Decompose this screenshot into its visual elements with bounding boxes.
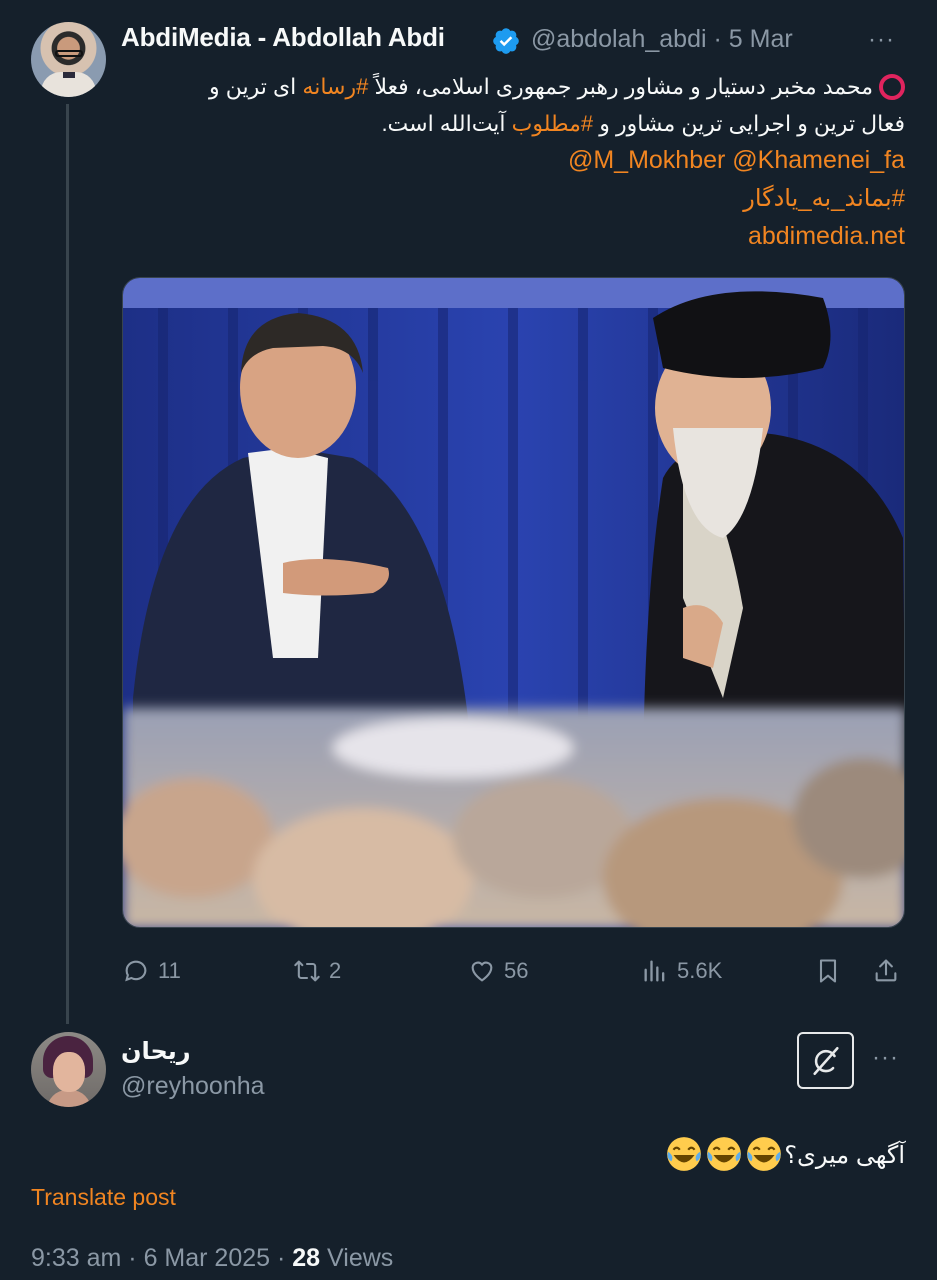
like-count: 56 bbox=[504, 958, 529, 983]
laughing-tears-emoji-icon bbox=[707, 1137, 742, 1171]
laughing-tears-emoji-icon bbox=[747, 1137, 782, 1171]
post-text-line-1: محمد مخبر دستیار و مشاور رهبر جمهوری اسل… bbox=[125, 67, 905, 107]
hashtag-bemanad[interactable]: #بماند_به_یادگار bbox=[743, 180, 905, 218]
translate-post-link[interactable]: Translate post bbox=[31, 1184, 176, 1211]
author-handle-date[interactable]: @abdolah_abdi · 5 Mar bbox=[531, 25, 793, 54]
separator-dot: · bbox=[713, 25, 722, 53]
hashtag-rasaneh[interactable]: #رسانه bbox=[302, 74, 368, 99]
post-image[interactable] bbox=[122, 277, 905, 928]
reply-count: 11 bbox=[158, 958, 181, 983]
reply-date[interactable]: 6 Mar 2025 bbox=[144, 1244, 270, 1272]
laughing-tears-emoji-icon bbox=[667, 1137, 702, 1171]
grok-icon[interactable] bbox=[797, 1032, 854, 1089]
analytics-icon bbox=[644, 960, 665, 982]
author-avatar[interactable] bbox=[31, 22, 106, 97]
more-options-icon[interactable]: ··· bbox=[868, 26, 895, 54]
separator-dot: · bbox=[128, 1244, 137, 1272]
reply-text-content: آگهی میری؟ bbox=[784, 1142, 905, 1169]
reply-author-handle[interactable]: @reyhoonha bbox=[121, 1072, 265, 1101]
reply-more-options-icon[interactable]: ··· bbox=[872, 1044, 899, 1072]
share-icon bbox=[875, 959, 897, 982]
reply-views-label: Views bbox=[327, 1244, 394, 1272]
share-action[interactable] bbox=[872, 952, 900, 990]
post-image-illustration bbox=[123, 278, 904, 927]
post-link[interactable]: abdimedia.net bbox=[748, 217, 905, 255]
bookmark-action[interactable] bbox=[814, 952, 842, 990]
author-name[interactable]: AbdiMedia - Abdollah Abdi bbox=[121, 22, 445, 53]
reply-text: آگهی میری؟ bbox=[664, 1135, 905, 1176]
reply-views-count: 28 bbox=[292, 1244, 321, 1272]
post-text-segment: آیت‌الله است. bbox=[381, 111, 512, 136]
repost-action[interactable]: 2 bbox=[293, 952, 341, 990]
reply-icon bbox=[125, 960, 147, 982]
grok-slash-icon bbox=[812, 1046, 839, 1075]
verified-badge-icon bbox=[493, 28, 519, 54]
repost-count: 2 bbox=[329, 958, 342, 983]
hashtag-matloob[interactable]: #مطلوب bbox=[512, 111, 593, 136]
reply-author-name[interactable]: ریحان bbox=[121, 1037, 191, 1066]
separator-dot: · bbox=[277, 1244, 286, 1272]
reply-time[interactable]: 9:33 am bbox=[31, 1244, 121, 1272]
post-text-segment: فعال ترین و اجرایی ترین مشاور و bbox=[593, 111, 905, 136]
views-action[interactable]: 5.6K bbox=[641, 952, 722, 990]
reply-meta: 9:33 am · 6 Mar 2025 · 28 Views bbox=[31, 1244, 393, 1273]
repost-icon bbox=[294, 960, 320, 982]
author-handle[interactable]: @abdolah_abdi bbox=[531, 25, 707, 53]
reply-action[interactable]: 11 bbox=[122, 952, 181, 990]
post-mentions[interactable]: @M_Mokhber @Khamenei_fa bbox=[568, 141, 905, 179]
post-date[interactable]: 5 Mar bbox=[729, 25, 793, 53]
like-action[interactable]: 56 bbox=[468, 952, 528, 990]
post-text-line-2: فعال ترین و اجرایی ترین مشاور و #مطلوب آ… bbox=[125, 104, 905, 144]
reply-author-avatar[interactable] bbox=[31, 1032, 106, 1107]
thread-connector-line bbox=[66, 104, 69, 1024]
post-text-segment: محمد مخبر دستیار و مشاور رهبر جمهوری اسل… bbox=[368, 74, 873, 99]
red-circle-icon bbox=[879, 74, 905, 100]
bookmark-icon bbox=[819, 959, 837, 983]
views-count: 5.6K bbox=[677, 958, 723, 983]
heart-icon bbox=[471, 961, 493, 982]
post-text-segment: ای ترین و bbox=[208, 74, 303, 99]
